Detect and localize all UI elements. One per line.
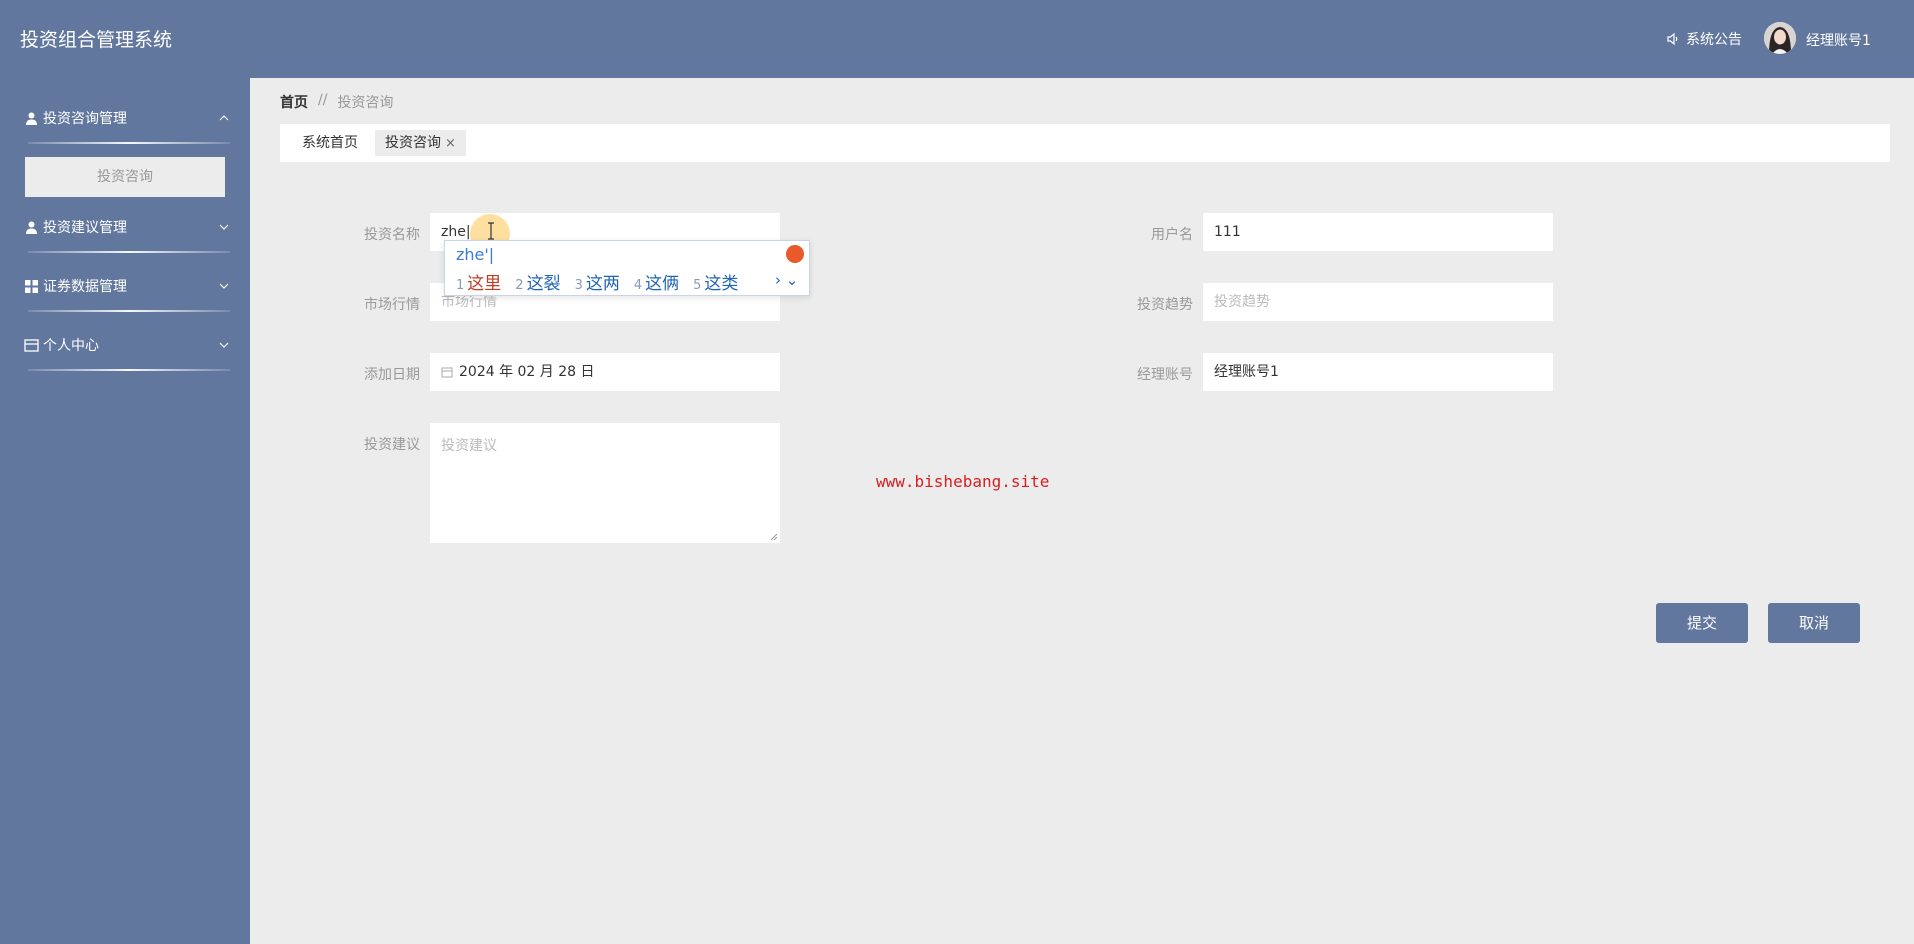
app-title: 投资组合管理系统: [20, 29, 173, 51]
tab-label: 系统首页: [302, 135, 358, 151]
breadcrumb: 首页 // 投资咨询: [280, 92, 393, 112]
ime-candidate-popup: zhe'| 1 这里 2 这裂 3 这两 4 这俩 5 这类 › ⌄: [444, 240, 810, 296]
sidebar-group-label: 证券数据管理: [43, 279, 127, 295]
sidebar-group-investment-advice[interactable]: 投资建议管理: [24, 215, 230, 239]
calendar-icon: [441, 367, 453, 378]
sidebar-group-label: 投资咨询管理: [43, 111, 127, 127]
chevron-up-icon: [219, 115, 229, 121]
sidebar-item-investment-consult[interactable]: 投资咨询: [25, 157, 225, 197]
tab-system-home[interactable]: 系统首页: [292, 130, 368, 156]
card-icon: [24, 338, 39, 353]
manager-account-input[interactable]: 经理账号1: [1203, 353, 1553, 391]
advice-label: 投资建议: [364, 437, 420, 453]
username[interactable]: 经理账号1: [1806, 30, 1871, 50]
sidebar-group-personal-center[interactable]: 个人中心: [24, 333, 230, 357]
name-label: 投资名称: [364, 227, 420, 243]
sidebar: [0, 78, 250, 944]
market-label: 市场行情: [364, 297, 420, 313]
username-input[interactable]: 111: [1203, 213, 1553, 251]
submit-button[interactable]: 提交: [1656, 603, 1748, 643]
advice-textarea[interactable]: 投资建议: [430, 423, 780, 543]
breadcrumb-home[interactable]: 首页: [280, 92, 308, 112]
avatar-image: [1764, 22, 1796, 54]
ime-candidate[interactable]: 3 这两: [575, 269, 620, 294]
trend-label: 投资趋势: [1137, 297, 1193, 313]
ime-candidate-number: 3: [574, 278, 583, 293]
sidebar-group-securities-data[interactable]: 证券数据管理: [24, 274, 230, 298]
user-icon: [24, 111, 39, 126]
ime-logo-icon[interactable]: [786, 245, 804, 263]
breadcrumb-separator: //: [318, 92, 328, 108]
sidebar-divider: [28, 142, 230, 144]
sidebar-divider: [28, 310, 230, 312]
ime-page-nav[interactable]: › ⌄: [775, 271, 798, 289]
ime-candidate[interactable]: 2 这裂: [515, 269, 560, 294]
sidebar-divider: [28, 369, 230, 371]
ime-candidate[interactable]: 1 这里: [456, 269, 501, 294]
text-cursor-icon: [488, 222, 494, 240]
cancel-button[interactable]: 取消: [1768, 603, 1860, 643]
chevron-down-icon: [219, 342, 229, 348]
tab-investment-consult[interactable]: 投资咨询 ×: [375, 130, 466, 156]
ime-candidate-list: 1 这里 2 这裂 3 这两 4 这俩 5 这类: [456, 269, 738, 294]
avatar[interactable]: [1764, 22, 1796, 54]
ime-composition: zhe'|: [456, 245, 495, 264]
watermark-text: www.bishebang.site: [876, 472, 1050, 491]
grid-icon: [24, 279, 39, 294]
ime-candidate-word: 这俩: [645, 274, 680, 294]
tab-label: 投资咨询: [385, 135, 441, 151]
ime-candidate[interactable]: 5 这类: [693, 269, 738, 294]
ime-candidate-word: 这里: [467, 274, 502, 294]
resize-handle-icon[interactable]: [770, 533, 778, 541]
ime-candidate-number: 2: [515, 278, 524, 293]
tab-bar: 系统首页 投资咨询 ×: [280, 124, 1890, 162]
username-label: 用户名: [1151, 227, 1193, 243]
date-label: 添加日期: [364, 367, 420, 383]
manager-label: 经理账号: [1137, 367, 1193, 383]
chevron-down-icon: [219, 224, 229, 230]
top-bar: 投资组合管理系统 系统公告 经理账号1: [0, 0, 1914, 78]
ime-candidate[interactable]: 4 这俩: [634, 269, 679, 294]
notice-button[interactable]: 系统公告: [1666, 29, 1742, 49]
ime-candidate-number: 5: [693, 278, 702, 293]
date-picker[interactable]: 2024 年 02 月 28 日: [430, 353, 780, 391]
breadcrumb-current: 投资咨询: [337, 95, 394, 111]
user-icon: [24, 220, 39, 235]
close-icon[interactable]: ×: [445, 136, 456, 151]
sidebar-divider: [28, 251, 230, 253]
speaker-icon: [1667, 32, 1678, 46]
ime-candidate-word: 这两: [585, 274, 620, 294]
sidebar-group-label: 投资建议管理: [43, 220, 127, 236]
ime-candidate-number: 4: [633, 278, 643, 293]
trend-input[interactable]: 投资趋势: [1203, 283, 1553, 321]
chevron-down-icon: [219, 283, 229, 289]
ime-candidate-word: 这类: [704, 274, 739, 294]
sidebar-group-investment-consult[interactable]: 投资咨询管理: [24, 106, 230, 130]
advice-placeholder: 投资建议: [441, 438, 497, 454]
notice-label: 系统公告: [1686, 32, 1742, 48]
sidebar-group-label: 个人中心: [43, 338, 99, 354]
ime-candidate-word: 这裂: [526, 274, 561, 294]
ime-candidate-number: 1: [456, 278, 465, 293]
date-value: 2024 年 02 月 28 日: [459, 364, 595, 380]
